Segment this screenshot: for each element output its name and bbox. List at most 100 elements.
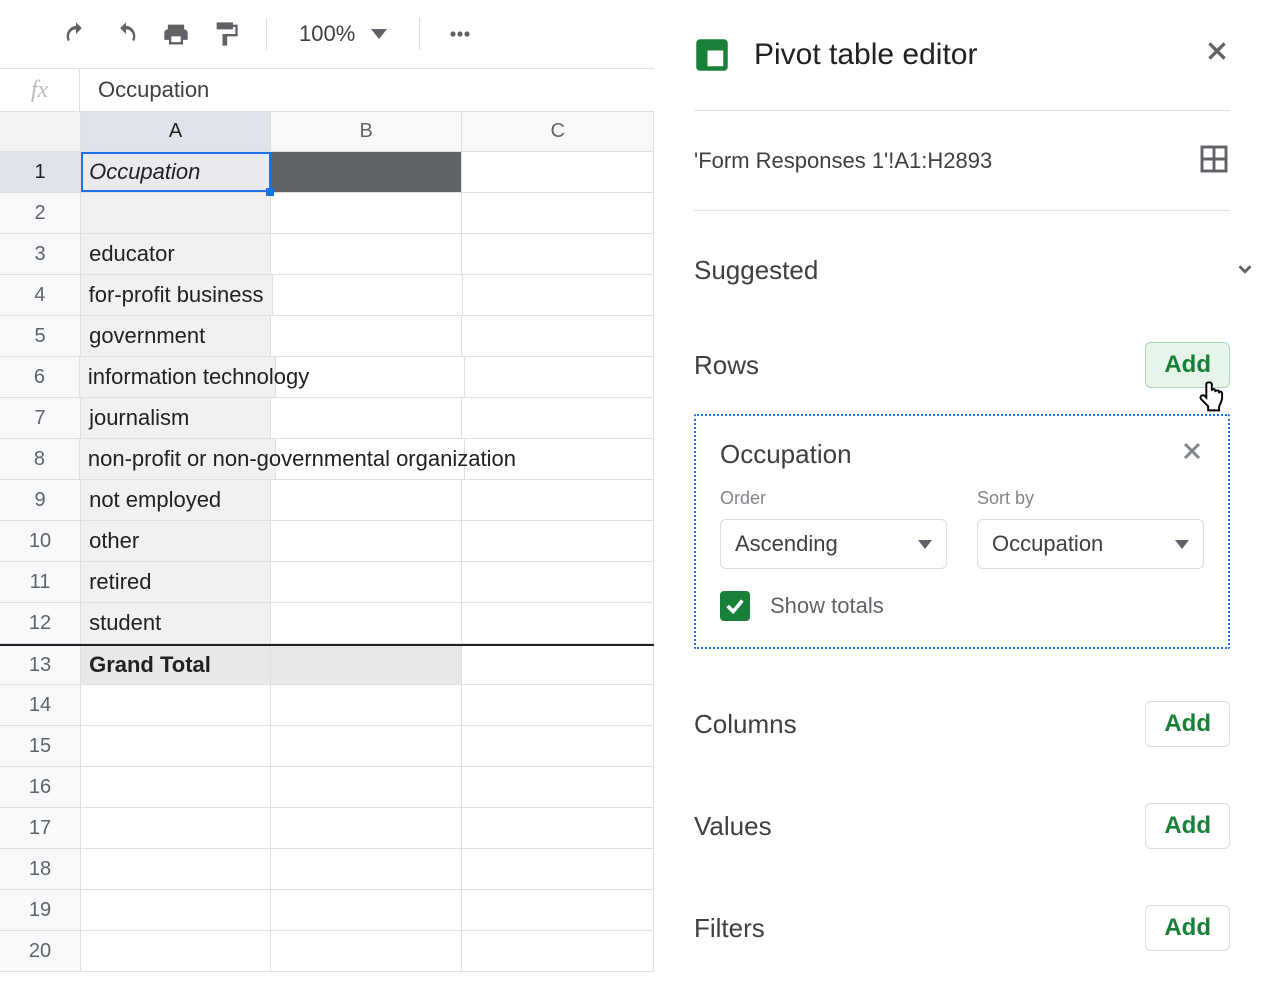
row-header[interactable]: 16 bbox=[0, 767, 81, 807]
row-header[interactable]: 5 bbox=[0, 316, 81, 356]
cell[interactable]: for-profit business bbox=[81, 275, 273, 315]
cell[interactable] bbox=[271, 316, 463, 356]
cell[interactable] bbox=[271, 152, 463, 192]
cell[interactable] bbox=[462, 152, 654, 192]
cell[interactable] bbox=[271, 234, 463, 274]
cell[interactable] bbox=[271, 849, 463, 889]
cell[interactable]: other bbox=[81, 521, 271, 561]
cell[interactable] bbox=[462, 685, 654, 725]
data-range[interactable]: 'Form Responses 1'!A1:H2893 bbox=[694, 148, 992, 174]
add-columns-button[interactable]: Add bbox=[1145, 701, 1230, 747]
cell[interactable] bbox=[462, 931, 654, 971]
cell[interactable] bbox=[271, 603, 463, 643]
row-header[interactable]: 4 bbox=[0, 275, 81, 315]
close-icon[interactable] bbox=[1204, 38, 1230, 72]
remove-field-icon[interactable] bbox=[1180, 438, 1204, 470]
cell[interactable] bbox=[271, 890, 463, 930]
cell[interactable]: Occupation bbox=[81, 152, 271, 192]
cell[interactable] bbox=[271, 562, 463, 602]
cell[interactable] bbox=[271, 521, 463, 561]
paint-format-icon[interactable] bbox=[208, 16, 244, 52]
cell[interactable] bbox=[462, 316, 654, 356]
cell[interactable] bbox=[271, 398, 463, 438]
row-header[interactable]: 6 bbox=[0, 357, 80, 397]
cell[interactable] bbox=[271, 480, 463, 520]
row-header[interactable]: 12 bbox=[0, 603, 81, 643]
cell[interactable] bbox=[462, 767, 654, 807]
cell[interactable]: educator bbox=[81, 234, 271, 274]
row-header[interactable]: 9 bbox=[0, 480, 81, 520]
cell[interactable] bbox=[462, 234, 654, 274]
chevron-down-icon[interactable] bbox=[1234, 258, 1256, 283]
cell[interactable] bbox=[462, 849, 654, 889]
row-header[interactable]: 17 bbox=[0, 808, 81, 848]
col-header[interactable]: C bbox=[462, 112, 654, 151]
cell[interactable] bbox=[273, 275, 464, 315]
select-range-icon[interactable] bbox=[1198, 143, 1230, 178]
cell[interactable]: not employed bbox=[81, 480, 271, 520]
cell[interactable] bbox=[463, 275, 654, 315]
cell[interactable]: journalism bbox=[81, 398, 271, 438]
more-icon[interactable] bbox=[442, 16, 478, 52]
row-header[interactable]: 14 bbox=[0, 685, 81, 725]
cell[interactable] bbox=[81, 726, 271, 766]
redo-icon[interactable] bbox=[108, 16, 144, 52]
cell[interactable] bbox=[462, 193, 654, 233]
cell[interactable] bbox=[462, 890, 654, 930]
cell[interactable] bbox=[81, 767, 271, 807]
row-header[interactable]: 2 bbox=[0, 193, 81, 233]
sortby-select[interactable]: Occupation bbox=[977, 519, 1204, 569]
cell[interactable] bbox=[462, 562, 654, 602]
print-icon[interactable] bbox=[158, 16, 194, 52]
row-header[interactable]: 11 bbox=[0, 562, 81, 602]
cell[interactable] bbox=[462, 646, 654, 684]
cell[interactable] bbox=[81, 849, 271, 889]
cell[interactable]: government bbox=[81, 316, 271, 356]
cell[interactable] bbox=[81, 890, 271, 930]
cell[interactable] bbox=[271, 767, 463, 807]
row-header[interactable]: 1 bbox=[0, 152, 81, 192]
row-header[interactable]: 8 bbox=[0, 439, 80, 479]
cell[interactable]: retired bbox=[81, 562, 271, 602]
row-header[interactable]: 15 bbox=[0, 726, 81, 766]
cell[interactable] bbox=[462, 603, 654, 643]
cell[interactable] bbox=[81, 685, 271, 725]
row-header[interactable]: 3 bbox=[0, 234, 81, 274]
show-totals-checkbox[interactable] bbox=[720, 591, 750, 621]
cell[interactable] bbox=[271, 193, 463, 233]
cell[interactable]: information technology bbox=[80, 357, 276, 397]
row-header[interactable]: 20 bbox=[0, 931, 81, 971]
cell[interactable] bbox=[462, 398, 654, 438]
select-all-corner[interactable] bbox=[0, 112, 81, 151]
cell[interactable] bbox=[271, 931, 463, 971]
cell[interactable] bbox=[462, 480, 654, 520]
row-header[interactable]: 19 bbox=[0, 890, 81, 930]
col-header[interactable]: A bbox=[81, 112, 271, 151]
zoom-select[interactable]: 100% bbox=[289, 21, 397, 47]
cell[interactable] bbox=[465, 357, 654, 397]
cell[interactable]: Grand Total bbox=[81, 646, 271, 684]
add-filters-button[interactable]: Add bbox=[1145, 905, 1230, 951]
cell[interactable]: non-profit or non-governmental organizat… bbox=[80, 439, 276, 479]
cell[interactable]: student bbox=[81, 603, 271, 643]
cell[interactable] bbox=[462, 521, 654, 561]
col-header[interactable]: B bbox=[271, 112, 463, 151]
cell[interactable] bbox=[271, 726, 463, 766]
cell[interactable] bbox=[271, 808, 463, 848]
row-header[interactable]: 10 bbox=[0, 521, 81, 561]
add-values-button[interactable]: Add bbox=[1145, 803, 1230, 849]
cell[interactable] bbox=[271, 646, 463, 684]
cell[interactable] bbox=[271, 685, 463, 725]
row-header[interactable]: 7 bbox=[0, 398, 81, 438]
order-select[interactable]: Ascending bbox=[720, 519, 947, 569]
cell[interactable] bbox=[81, 931, 271, 971]
cell[interactable] bbox=[462, 808, 654, 848]
add-rows-button[interactable]: Add bbox=[1145, 342, 1230, 388]
suggested-section[interactable]: Suggested bbox=[694, 255, 1230, 286]
row-header[interactable]: 13 bbox=[0, 646, 81, 684]
row-header[interactable]: 18 bbox=[0, 849, 81, 889]
cell[interactable] bbox=[81, 193, 271, 233]
cell[interactable] bbox=[462, 726, 654, 766]
cell[interactable] bbox=[81, 808, 271, 848]
undo-icon[interactable] bbox=[58, 16, 94, 52]
